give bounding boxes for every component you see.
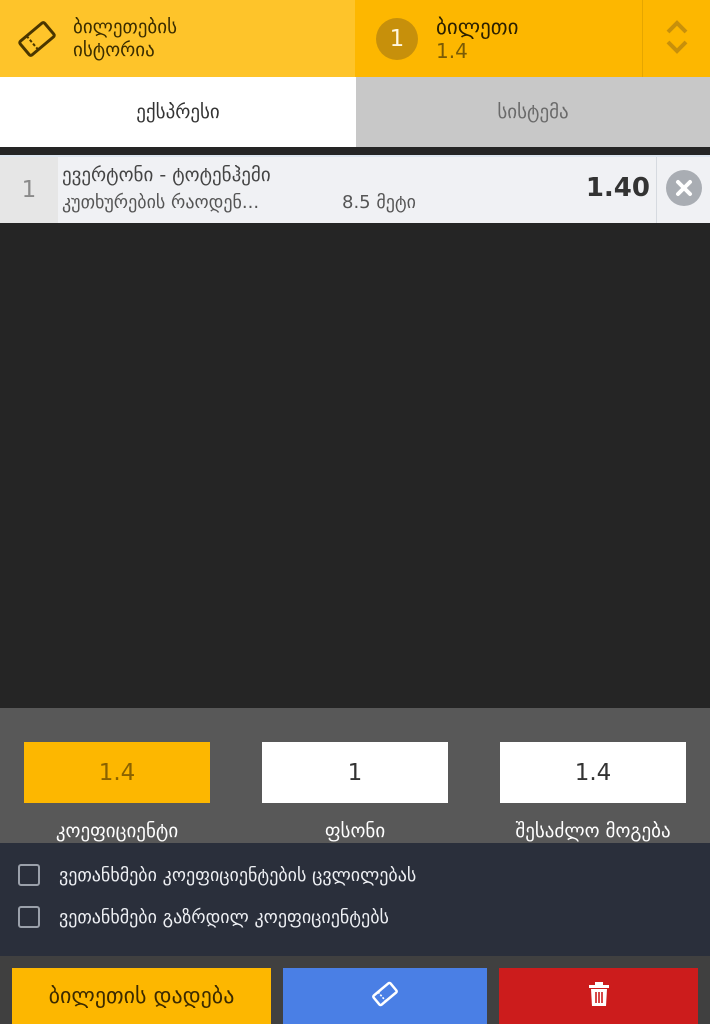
clear-ticket-button[interactable] xyxy=(499,968,698,1024)
coefficient-label: კოეფიციენტი xyxy=(55,820,179,842)
accept-boosted-odds-label: ვეთანხმები გაზრდილ კოეფიციენტებს xyxy=(59,906,389,928)
action-bar: ბილეთის დადება xyxy=(0,956,710,1024)
stake-input[interactable]: 1 xyxy=(262,742,448,803)
ticket-icon xyxy=(371,980,399,1012)
stake-label: ფსონი xyxy=(324,820,386,842)
ticket-title: ბილეთი xyxy=(436,14,519,39)
ticket-total-odds: 1.4 xyxy=(436,38,468,63)
bet-list-item: 1 ევერტონი - ტოტენჰემი კუთხურების რაოდენ… xyxy=(0,155,710,223)
bet-match: ევერტონი - ტოტენჰემი xyxy=(62,164,271,186)
coefficient-value: 1.4 xyxy=(24,742,210,803)
ticket-history-button[interactable]: ბილეთების ისტორია xyxy=(0,0,355,77)
bet-market: კუთხურების რაოდენ... xyxy=(62,192,260,213)
trash-icon xyxy=(588,981,610,1011)
top-bar: ბილეთების ისტორია 1 ბილეთი 1.4 xyxy=(0,0,710,77)
bet-index: 1 xyxy=(0,157,58,223)
ticket-icon xyxy=(17,19,57,59)
remove-bet-button[interactable] xyxy=(656,157,710,223)
ticket-count-badge: 1 xyxy=(376,17,418,60)
bet-options: ვეთანხმები კოეფიციენტების ცვლილებას ვეთა… xyxy=(0,843,710,956)
tab-express[interactable]: ექსპრესი xyxy=(0,77,356,147)
accept-odds-changes-option[interactable]: ვეთანხმები კოეფიციენტების ცვლილებას xyxy=(18,863,416,887)
close-icon xyxy=(665,169,703,211)
empty-area xyxy=(0,223,710,708)
bet-odd: 1.40 xyxy=(585,173,650,203)
chevron-up-down-icon xyxy=(664,17,690,61)
bet-selection: 8.5 მეტი xyxy=(342,192,416,213)
possible-win-label: შესაძლო მოგება xyxy=(515,820,671,842)
accept-boosted-odds-checkbox[interactable] xyxy=(18,906,40,928)
ticket-history-label: ბილეთების ისტორია xyxy=(73,15,177,61)
bet-type-tabs: ექსპრესი სისტემა xyxy=(0,77,710,147)
tab-system[interactable]: სისტემა xyxy=(356,77,710,147)
accept-boosted-odds-option[interactable]: ვეთანხმები გაზრდილ კოეფიციენტებს xyxy=(18,905,389,929)
place-bet-button[interactable]: ბილეთის დადება xyxy=(12,968,271,1024)
share-ticket-button[interactable] xyxy=(283,968,487,1024)
accept-odds-changes-label: ვეთანხმები კოეფიციენტების ცვლილებას xyxy=(59,864,417,886)
accept-odds-changes-checkbox[interactable] xyxy=(18,864,40,886)
bet-info: ევერტონი - ტოტენჰემი კუთხურების რაოდენ..… xyxy=(58,157,560,223)
expand-toggle-button[interactable] xyxy=(642,0,710,77)
possible-win-value: 1.4 xyxy=(500,742,686,803)
bet-calculator: 1.4 კოეფიციენტი 1 ფსონი 1.4 შესაძლო მოგე… xyxy=(0,708,710,843)
bet-market-row: კუთხურების რაოდენ... 8.5 მეტი xyxy=(62,189,560,217)
ticket-summary[interactable]: 1 ბილეთი 1.4 xyxy=(355,0,642,77)
